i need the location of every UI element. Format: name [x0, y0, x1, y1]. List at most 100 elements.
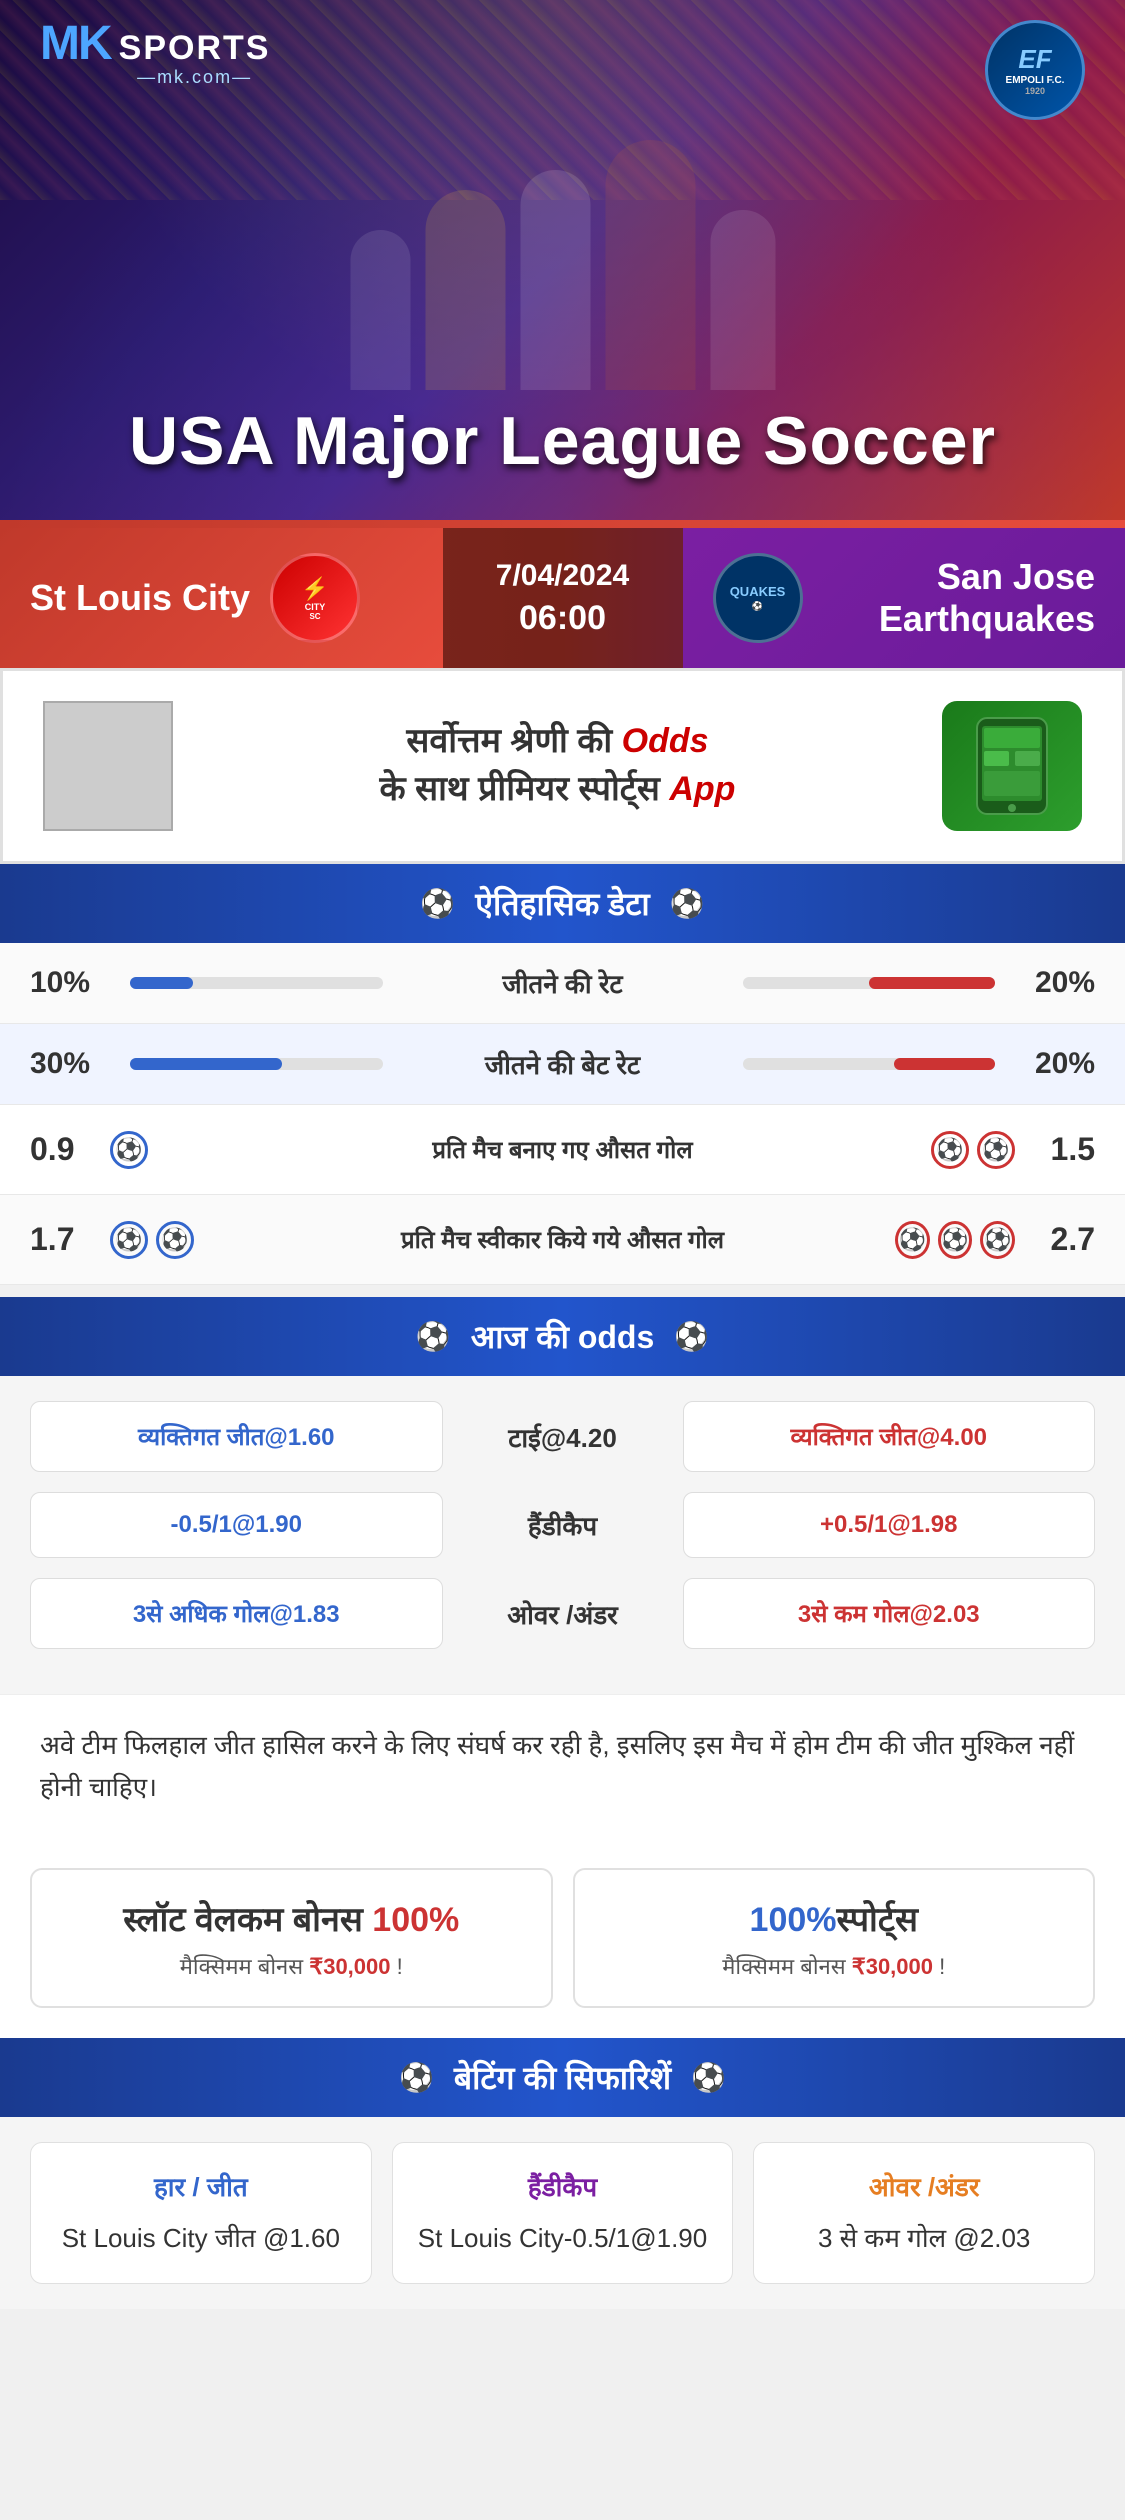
hero-banner: MK SPORTS —mk.com— EF EMPOLI F.C. 1920 U… [0, 0, 1125, 520]
betting-reco-row: हार / जीत St Louis City जीत @1.60 हैंडीक… [30, 2142, 1095, 2284]
home-team-section: St Louis City ⚡ CITY SC [0, 528, 443, 668]
home-win-odds[interactable]: व्यक्तिगत जीत@1.60 [30, 1401, 443, 1472]
red-divider [0, 520, 1125, 528]
reco-value-1: St Louis City जीत @1.60 [51, 2219, 351, 2258]
reco-icon-right: ⚽ [691, 2061, 726, 2094]
betting-reco-section: हार / जीत St Louis City जीत @1.60 हैंडीक… [0, 2117, 1125, 2309]
bonus-sports-title: 100%स्पोर्ट्स [600, 1895, 1069, 1941]
away-team-logo: QUAKES ⚽ [713, 553, 803, 643]
soccer-icon-right: ⚽ [670, 887, 705, 920]
historical-data-header: ⚽ ऐतिहासिक डेटा ⚽ [0, 864, 1125, 943]
mk-site: —mk.com— [119, 67, 271, 88]
away-goal-icons: ⚽ ⚽ [895, 1131, 1015, 1169]
bonus-card-slots[interactable]: स्लॉट वेलकम बोनस 100% मैक्सिमम बोनस ₹30,… [30, 1868, 553, 2008]
match-center: 7/04/2024 06:00 [443, 528, 683, 668]
analysis-content: अवे टीम फिलहाल जीत हासिल करने के लिए संघ… [40, 1730, 1074, 1802]
over-under-label: ओवर /अंडर [463, 1596, 663, 1632]
reco-value-3: 3 से कम गोल @2.03 [774, 2219, 1074, 2258]
reco-type-2: हैंडीकैप [413, 2168, 713, 2204]
away-win-odds[interactable]: व्यक्तिगत जीत@4.00 [683, 1401, 1096, 1472]
under-odds[interactable]: 3से कम गोल@2.03 [683, 1578, 1096, 1649]
away-win-rate-bar [743, 977, 996, 989]
bonus-card-sports[interactable]: 100%स्पोर्ट्स मैक्सिमम बोनस ₹30,000 ! [573, 1868, 1096, 2008]
odds-row-3: 3से अधिक गोल@1.83 ओवर /अंडर 3से कम गोल@2… [30, 1578, 1095, 1649]
reco-card-over-under[interactable]: ओवर /अंडर 3 से कम गोल @2.03 [753, 2142, 1095, 2284]
ball-icon-7: ⚽ [938, 1221, 973, 1259]
promo-text: सर्वोत्तम श्रेणी की Oddsके साथ प्रीमियर … [203, 718, 912, 813]
home-avg-goals: 0.9 [30, 1131, 110, 1168]
odds-header: ⚽ आज की odds ⚽ [0, 1297, 1125, 1376]
home-concede-icons: ⚽ ⚽ [110, 1221, 230, 1259]
home-win-rate-bar [130, 977, 383, 989]
bet-win-rate-label: जीतने की बेट रेट [403, 1046, 723, 1082]
historical-header-text: ऐतिहासिक डेटा [475, 882, 649, 925]
home-bet-bar [130, 1058, 383, 1070]
odds-row-2: -0.5/1@1.90 हैंडीकैप +0.5/1@1.98 [30, 1492, 1095, 1558]
promo-banner[interactable]: सर्वोत्तम श्रेणी की Oddsके साथ प्रीमियर … [0, 668, 1125, 864]
betting-reco-header: ⚽ बेटिंग की सिफारिशें ⚽ [0, 2038, 1125, 2117]
historical-stats-table: 10% जीतने की रेट 20% 30% जीतने की बेट रे… [0, 943, 1125, 1285]
ball-icon-8: ⚽ [980, 1221, 1015, 1259]
soccer-icon-left: ⚽ [420, 887, 455, 920]
empoli-year: 1920 [1025, 86, 1045, 96]
win-rate-label: जीतने की रेट [403, 965, 723, 1001]
away-bet-rate: 20% [1015, 1047, 1095, 1081]
reco-type-3: ओवर /अंडर [774, 2168, 1074, 2204]
away-bet-fill [894, 1058, 995, 1070]
away-team-section: QUAKES ⚽ San Jose Earthquakes [683, 528, 1125, 668]
home-avg-conceded: 1.7 [30, 1221, 110, 1258]
home-win-rate: 10% [30, 966, 110, 1000]
home-team-logo: ⚡ CITY SC [270, 553, 360, 643]
odds-icon-left: ⚽ [416, 1320, 451, 1353]
empoli-label: EMPOLI F.C. [1006, 75, 1065, 86]
empoli-badge: EF EMPOLI F.C. 1920 [985, 20, 1085, 120]
ball-icon-6: ⚽ [895, 1221, 930, 1259]
away-win-rate-fill [869, 977, 995, 989]
reco-value-2: St Louis City-0.5/1@1.90 [413, 2219, 713, 2258]
bonus-slots-title: स्लॉट वेलकम बोनस 100% [57, 1895, 526, 1941]
ball-icon-1: ⚽ [110, 1131, 148, 1169]
match-time: 06:00 [519, 599, 606, 638]
tie-odds-label: टाई@4.20 [463, 1419, 663, 1455]
home-team-name: St Louis City [30, 577, 250, 619]
stat-row-win-rate: 10% जीतने की रेट 20% [0, 943, 1125, 1024]
avg-conceded-label: प्रति मैच स्वीकार किये गये औसत गोल [230, 1223, 895, 1256]
home-bet-rate: 30% [30, 1047, 110, 1081]
bonus-section: स्लॉट वेलकम बोनस 100% मैक्सिमम बोनस ₹30,… [0, 1838, 1125, 2038]
match-date: 7/04/2024 [496, 559, 629, 593]
mk-sports-text: SPORTS [119, 31, 271, 65]
away-avg-goals: 1.5 [1015, 1131, 1095, 1168]
home-bet-fill [130, 1058, 282, 1070]
reco-icon-left: ⚽ [399, 2061, 434, 2094]
reco-card-win-loss[interactable]: हार / जीत St Louis City जीत @1.60 [30, 2142, 372, 2284]
stat-row-bet-win-rate: 30% जीतने की बेट रेट 20% [0, 1024, 1125, 1105]
player-figures [350, 140, 775, 390]
odds-row-1: व्यक्तिगत जीत@1.60 टाई@4.20 व्यक्तिगत जी… [30, 1401, 1095, 1472]
match-analysis-text: अवे टीम फिलहाल जीत हासिल करने के लिए संघ… [0, 1694, 1125, 1838]
quakes-label: QUAKES [730, 584, 786, 599]
reco-card-handicap[interactable]: हैंडीकैप St Louis City-0.5/1@1.90 [392, 2142, 734, 2284]
promo-phone-mockup [942, 701, 1082, 831]
stat-row-avg-goals: 0.9 ⚽ प्रति मैच बनाए गए औसत गोल ⚽ ⚽ 1.5 [0, 1105, 1125, 1195]
bonus-slots-sub: मैक्सिमम बोनस ₹30,000 ! [57, 1951, 526, 1981]
home-goal-icons: ⚽ [110, 1131, 230, 1169]
qr-code [43, 701, 173, 831]
stat-row-avg-conceded: 1.7 ⚽ ⚽ प्रति मैच स्वीकार किये गये औसत ग… [0, 1195, 1125, 1285]
ball-icon-3: ⚽ [977, 1131, 1015, 1169]
away-win-rate: 20% [1015, 966, 1095, 1000]
hero-title: USA Major League Soccer [0, 402, 1125, 480]
empoli-ef: EF [1018, 44, 1051, 75]
ball-icon-2: ⚽ [931, 1131, 969, 1169]
mk-logo-mk: MK [40, 20, 111, 68]
bonus-sports-sub: मैक्सिमम बोनस ₹30,000 ! [600, 1951, 1069, 1981]
mk-sports-logo: MK SPORTS —mk.com— [40, 20, 270, 88]
match-info-bar: St Louis City ⚡ CITY SC 7/04/2024 06:00 … [0, 528, 1125, 668]
over-odds[interactable]: 3से अधिक गोल@1.83 [30, 1578, 443, 1649]
handicap-label: हैंडीकैप [463, 1507, 663, 1543]
away-handicap-odds[interactable]: +0.5/1@1.98 [683, 1492, 1096, 1558]
odds-icon-right: ⚽ [674, 1320, 709, 1353]
away-concede-icons: ⚽ ⚽ ⚽ [895, 1221, 1015, 1259]
home-handicap-odds[interactable]: -0.5/1@1.90 [30, 1492, 443, 1558]
odds-section: व्यक्तिगत जीत@1.60 टाई@4.20 व्यक्तिगत जी… [0, 1376, 1125, 1694]
away-avg-conceded: 2.7 [1015, 1221, 1095, 1258]
